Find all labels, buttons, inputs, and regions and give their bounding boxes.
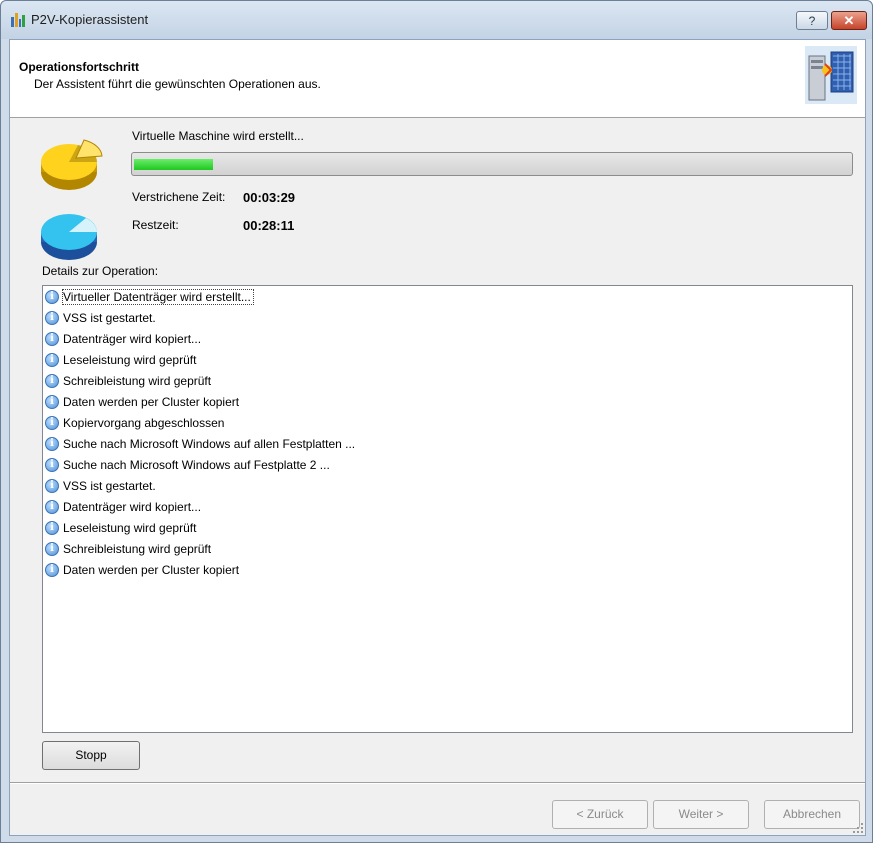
progress-bar (131, 152, 853, 176)
log-entry-text: Schreibleistung wird geprüft (63, 374, 212, 388)
info-icon: i (45, 500, 59, 514)
back-button[interactable]: < Zurück (552, 800, 648, 829)
info-icon: i (45, 374, 59, 388)
log-entry[interactable]: i Suche nach Microsoft Windows auf allen … (43, 434, 852, 455)
cyan-pie-icon (41, 214, 97, 260)
wizard-window: P2V-Kopierassistent ? ✕ Operationsfortsc… (0, 0, 873, 843)
info-icon: i (45, 332, 59, 346)
app-icon (11, 13, 25, 27)
footer-separator (10, 782, 865, 784)
info-icon: i (45, 290, 59, 304)
window-title: P2V-Kopierassistent (31, 12, 149, 27)
log-entry-text: Schreibleistung wird geprüft (63, 542, 212, 556)
info-icon: i (45, 437, 59, 451)
progress-status-text: Virtuelle Maschine wird erstellt... (132, 129, 304, 143)
log-entry[interactable]: i Schreibleistung wird geprüft (43, 539, 852, 560)
info-icon: i (45, 416, 59, 430)
server-wizard-icon (805, 46, 857, 104)
log-entry[interactable]: i Suche nach Microsoft Windows auf Festpl… (43, 455, 852, 476)
log-entry-text: Virtueller Datenträger wird erstellt... (62, 289, 254, 305)
remaining-time-value: 00:28:11 (243, 218, 295, 233)
log-entry[interactable]: i Schreibleistung wird geprüft (43, 371, 852, 392)
log-entry-text: Daten werden per Cluster kopiert (63, 563, 240, 577)
info-icon: i (45, 311, 59, 325)
info-icon: i (45, 521, 59, 535)
log-entry[interactable]: i Daten werden per Cluster kopiert (43, 392, 852, 413)
log-entry-text: Kopiervorgang abgeschlossen (63, 416, 225, 430)
yellow-pie-icon (41, 139, 103, 190)
log-entry[interactable]: i Datenträger wird kopiert... (43, 497, 852, 518)
elapsed-time-label: Verstrichene Zeit: (132, 190, 226, 204)
wizard-header: Operationsfortschritt Der Assistent führ… (10, 40, 865, 118)
info-icon: i (45, 395, 59, 409)
log-entry-text: Leseleistung wird geprüft (63, 521, 197, 535)
log-entry-text: Datenträger wird kopiert... (63, 332, 202, 346)
info-icon: i (45, 458, 59, 472)
log-entry[interactable]: i Virtueller Datenträger wird erstellt... (43, 287, 852, 308)
log-entry[interactable]: i Kopiervorgang abgeschlossen (43, 413, 852, 434)
log-entry-text: Daten werden per Cluster kopiert (63, 395, 240, 409)
stop-button[interactable]: Stopp (42, 741, 140, 770)
log-entry[interactable]: i Leseleistung wird geprüft (43, 350, 852, 371)
log-entry-text: VSS ist gestartet. (63, 479, 156, 493)
log-entry-text: Suche nach Microsoft Windows auf allen F… (63, 437, 356, 451)
header-subtitle: Der Assistent führt die gewünschten Oper… (34, 77, 321, 91)
log-entry[interactable]: i VSS ist gestartet. (43, 476, 852, 497)
wizard-client-area: Operationsfortschritt Der Assistent führ… (9, 39, 866, 836)
elapsed-time-value: 00:03:29 (243, 190, 296, 205)
log-entry[interactable]: i VSS ist gestartet. (43, 308, 852, 329)
title-bar[interactable]: P2V-Kopierassistent ? ✕ (1, 1, 872, 39)
log-entry[interactable]: i Daten werden per Cluster kopiert (43, 560, 852, 581)
log-entry-text: Leseleistung wird geprüft (63, 353, 197, 367)
log-entry-text: Suche nach Microsoft Windows auf Festpla… (63, 458, 330, 472)
log-entry-text: Datenträger wird kopiert... (63, 500, 202, 514)
remaining-time-label: Restzeit: (132, 218, 179, 232)
header-title: Operationsfortschritt (19, 60, 140, 74)
info-icon: i (45, 542, 59, 556)
info-icon: i (45, 563, 59, 577)
log-entry[interactable]: i Leseleistung wird geprüft (43, 518, 852, 539)
details-label: Details zur Operation: (42, 264, 159, 278)
help-button[interactable]: ? (796, 11, 828, 30)
cancel-button[interactable]: Abbrechen (764, 800, 860, 829)
next-button[interactable]: Weiter > (653, 800, 749, 829)
info-icon: i (45, 479, 59, 493)
progress-bar-fill (134, 159, 213, 170)
resize-grip-icon[interactable] (853, 823, 863, 833)
close-button[interactable]: ✕ (831, 11, 867, 30)
log-entry[interactable]: i Datenträger wird kopiert... (43, 329, 852, 350)
log-entry-text: VSS ist gestartet. (63, 311, 156, 325)
info-icon: i (45, 353, 59, 367)
operation-details-list[interactable]: i Virtueller Datenträger wird erstellt...… (42, 285, 853, 733)
